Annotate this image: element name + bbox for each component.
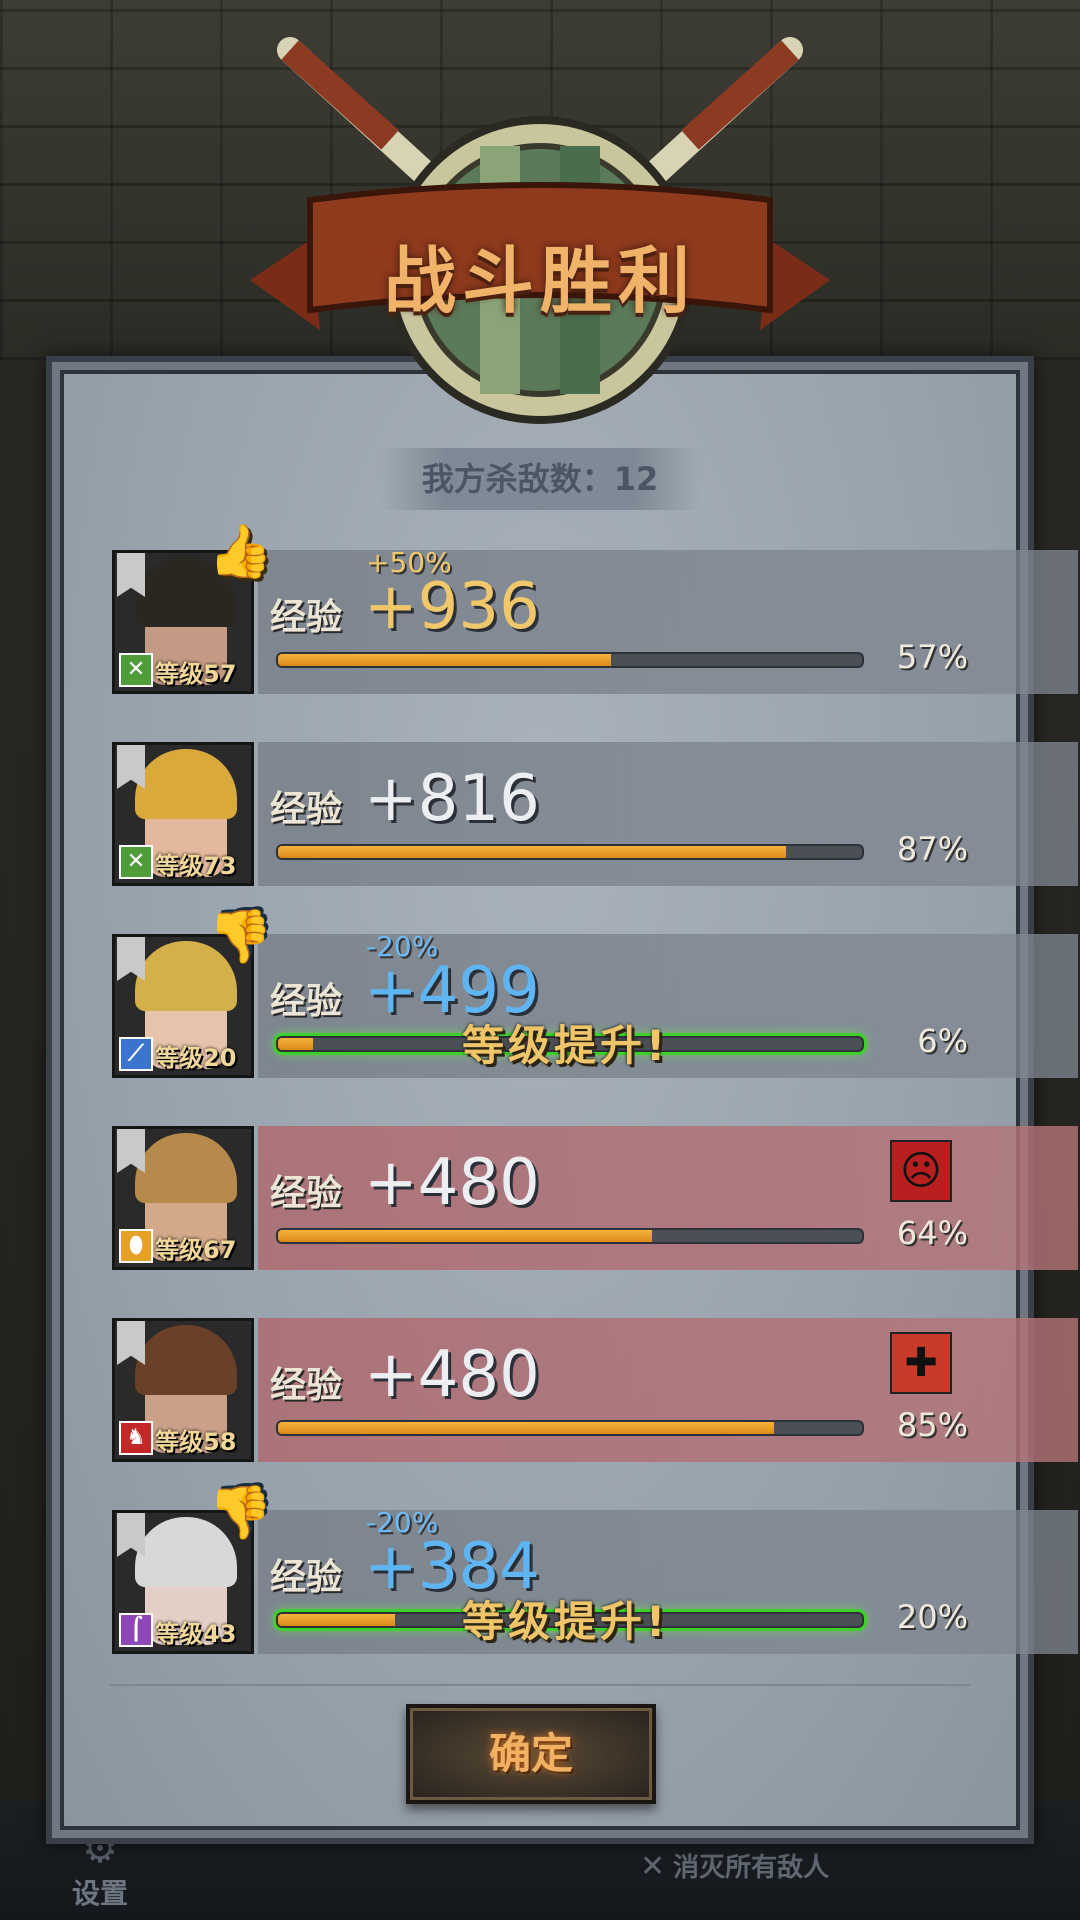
hero-level: 等级58 bbox=[155, 1428, 237, 1456]
bookmark-flag-icon bbox=[117, 1129, 145, 1173]
exp-value: +936 bbox=[364, 570, 540, 644]
exp-percent: 85% bbox=[896, 1406, 968, 1444]
hero-level: 等级73 bbox=[155, 852, 237, 880]
level-up-text: 等级提升! bbox=[462, 1021, 670, 1070]
exp-percent: 64% bbox=[896, 1214, 968, 1252]
hero-level: 等级57 bbox=[155, 660, 237, 688]
hero-row: ⟋ 等级20 经验 +499 6% -20% 👍 等级提升! bbox=[112, 906, 1078, 1078]
exp-label: 经验 bbox=[270, 1173, 343, 1214]
exp-progress-bar bbox=[276, 1228, 864, 1244]
exp-progress-bar bbox=[276, 844, 864, 860]
kill-count: 我方杀敌数：12 bbox=[380, 448, 700, 510]
exp-progress-fill bbox=[278, 1614, 395, 1626]
exp-progress-bar bbox=[276, 652, 864, 668]
hero-row: ⌠ 等级43 经验 +384 20% -20% 👍 等级提升! bbox=[112, 1482, 1078, 1654]
exp-bonus-modifier: -20% bbox=[366, 1506, 439, 1539]
crossed-swords-icon: ✕ bbox=[119, 653, 153, 687]
divider bbox=[110, 1684, 970, 1686]
crossed-swords-icon: ✕ bbox=[119, 845, 153, 879]
hero-portrait[interactable]: ♞ 等级58 bbox=[112, 1318, 254, 1462]
shield-icon: ⬮ bbox=[119, 1229, 153, 1263]
settings-label: 设置 bbox=[72, 1877, 129, 1910]
exp-bonus-modifier: +50% bbox=[366, 546, 452, 579]
hero-portrait[interactable]: ⬮ 等级67 bbox=[112, 1126, 254, 1270]
exp-percent: 20% bbox=[896, 1598, 968, 1636]
sword-icon: ⟋ bbox=[119, 1037, 153, 1071]
hero-level: 等级67 bbox=[155, 1236, 237, 1264]
victory-title: 战斗胜利 bbox=[383, 239, 696, 323]
thumbs-down-icon: 👍 bbox=[208, 1482, 273, 1542]
exp-value: +816 bbox=[364, 762, 540, 836]
exp-bonus-modifier: -20% bbox=[366, 930, 439, 963]
hero-level: 等级20 bbox=[155, 1044, 237, 1072]
exp-label: 经验 bbox=[270, 981, 343, 1022]
hero-level: 等级43 bbox=[155, 1620, 237, 1648]
crossed-swords-icon: ✕ bbox=[640, 1849, 666, 1884]
staff-icon: ⌠ bbox=[119, 1613, 153, 1647]
bookmark-flag-icon bbox=[117, 553, 145, 597]
thumbs-down-icon: 👍 bbox=[208, 906, 273, 966]
hero-hair bbox=[135, 1325, 237, 1395]
confirm-button[interactable]: 确定 bbox=[406, 1704, 656, 1804]
exp-label: 经验 bbox=[270, 789, 343, 830]
hero-hair bbox=[135, 749, 237, 819]
stress-face-icon[interactable]: ☹ bbox=[890, 1140, 952, 1202]
exp-label: 经验 bbox=[270, 1365, 343, 1406]
bookmark-flag-icon bbox=[117, 745, 145, 789]
exp-value: +480 bbox=[364, 1338, 540, 1412]
exp-progress-fill bbox=[278, 654, 611, 666]
injury-icon[interactable]: ✚ bbox=[890, 1332, 952, 1394]
exp-percent: 87% bbox=[896, 830, 968, 868]
hero-hair bbox=[135, 1133, 237, 1203]
exp-percent: 6% bbox=[917, 1022, 968, 1060]
hero-portrait[interactable]: ✕ 等级73 bbox=[112, 742, 254, 886]
exp-progress-bar bbox=[276, 1420, 864, 1436]
exp-progress-fill bbox=[278, 846, 787, 858]
exp-progress-fill bbox=[278, 1038, 314, 1050]
exp-label: 经验 bbox=[270, 597, 343, 638]
objective-hint: ✕ 消灭所有敌人 bbox=[640, 1847, 829, 1884]
hero-row: ♞ 等级58 经验 +480 85% ✚ bbox=[112, 1318, 1078, 1462]
objective-hint-text: 消灭所有敌人 bbox=[673, 1853, 830, 1883]
level-up-text: 等级提升! bbox=[462, 1597, 670, 1646]
exp-percent: 57% bbox=[896, 638, 968, 676]
thumbs-up-icon: 👍 bbox=[208, 522, 273, 582]
hero-row: ✕ 等级73 经验 +816 87% bbox=[112, 742, 1078, 886]
horse-icon: ♞ bbox=[119, 1421, 153, 1455]
bookmark-flag-icon bbox=[117, 937, 145, 981]
exp-progress-fill bbox=[278, 1230, 652, 1242]
exp-value: +480 bbox=[364, 1146, 540, 1220]
bookmark-flag-icon bbox=[117, 1321, 145, 1365]
exp-progress-fill bbox=[278, 1422, 775, 1434]
exp-label: 经验 bbox=[270, 1557, 343, 1598]
hero-row: ✕ 等级57 经验 +936 57% +50% 👍 bbox=[112, 522, 1078, 694]
bookmark-flag-icon bbox=[117, 1513, 145, 1557]
hero-row: ⬮ 等级67 经验 +480 64% ☹ bbox=[112, 1126, 1078, 1270]
